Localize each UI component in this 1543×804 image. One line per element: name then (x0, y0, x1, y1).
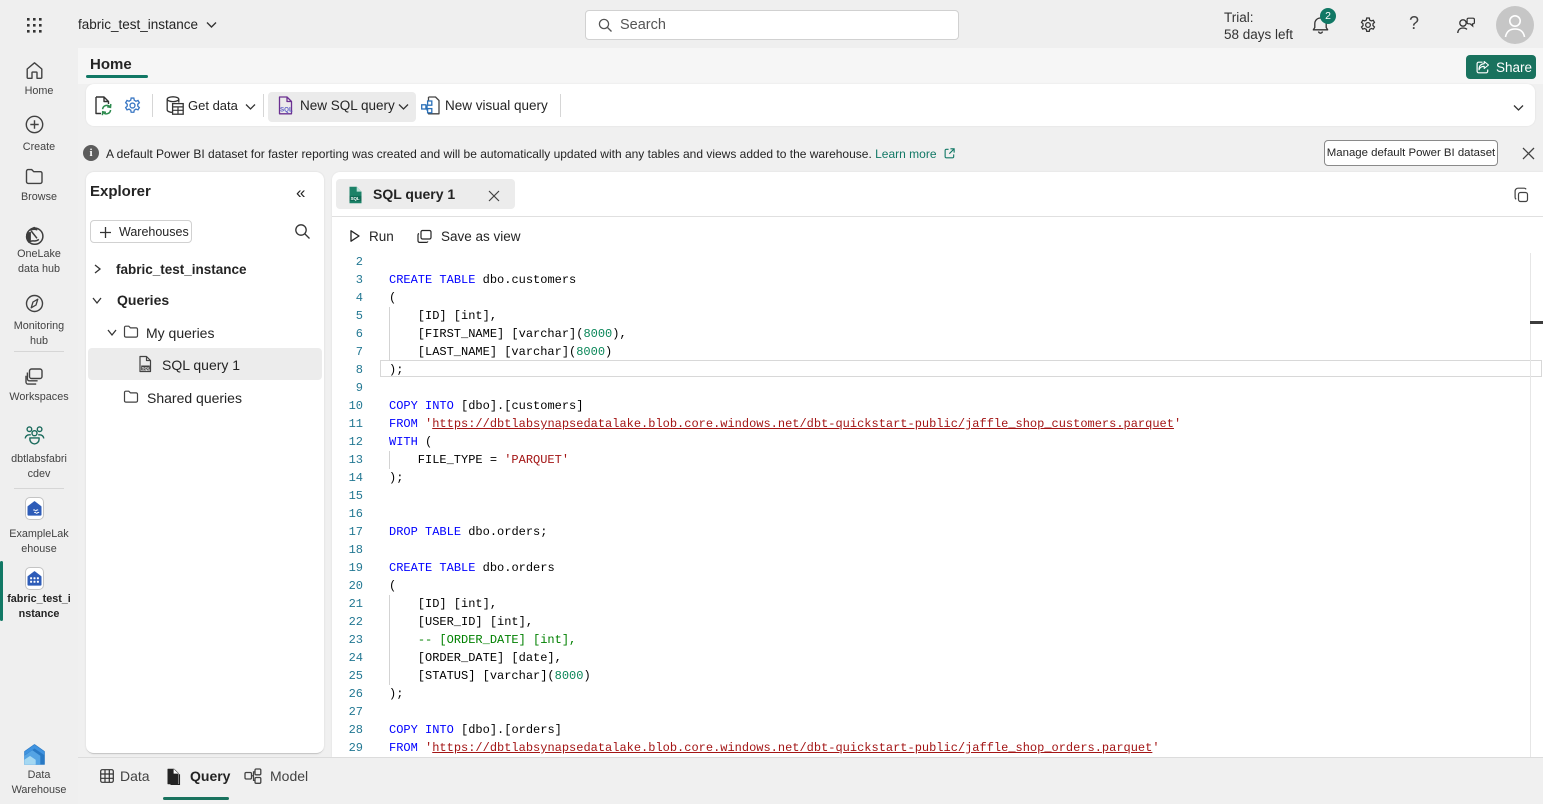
svg-text:SQL: SQL (280, 107, 293, 114)
svg-text:SQL: SQL (142, 365, 151, 370)
svg-text:SQL: SQL (351, 196, 360, 201)
